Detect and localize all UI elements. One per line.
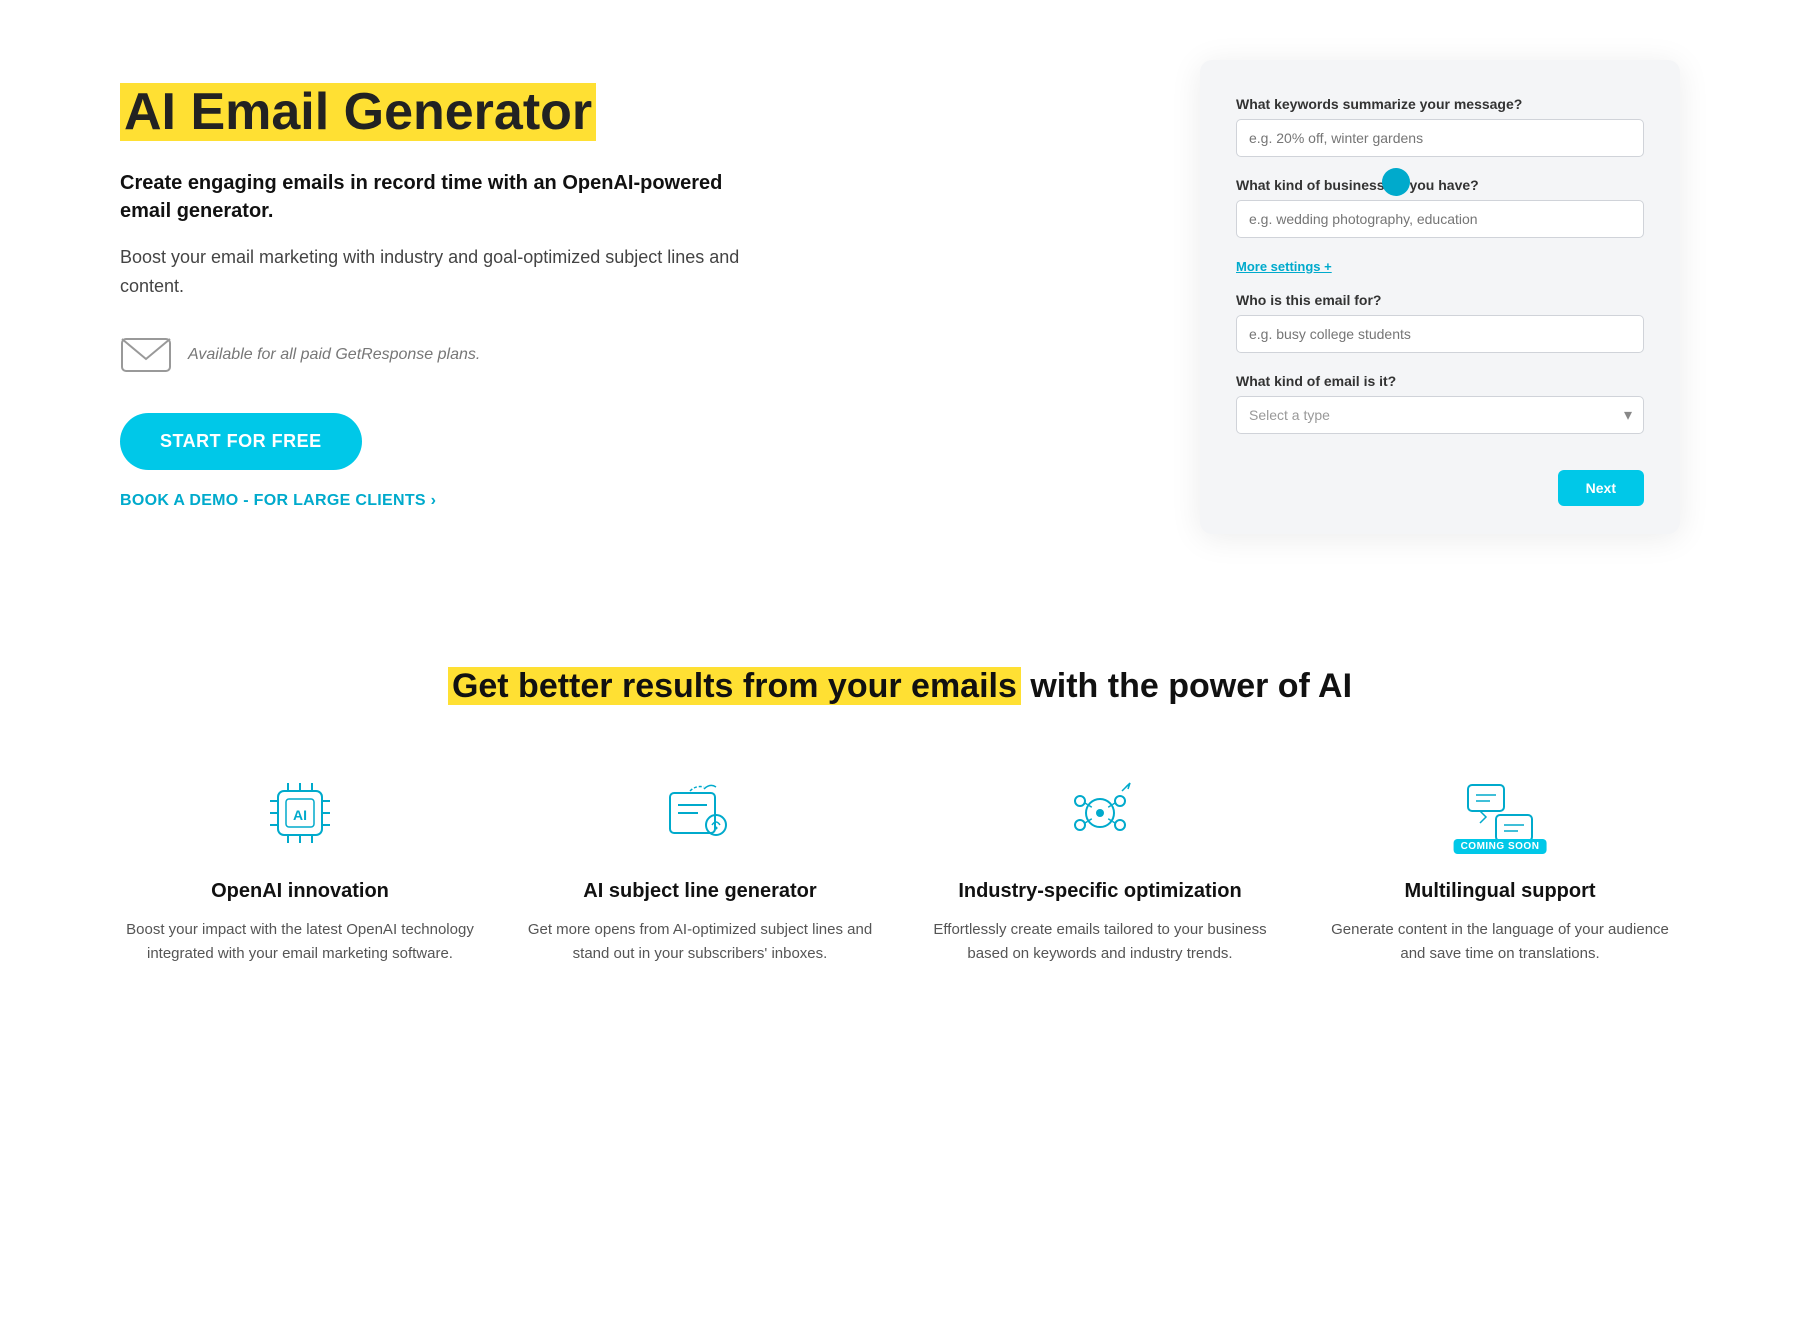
form-field-email-type: What kind of email is it? Select a type	[1236, 373, 1644, 434]
feature-card-industry: Industry-specific optimization Effortles…	[920, 768, 1280, 966]
more-settings-link[interactable]: More settings +	[1236, 259, 1332, 274]
field-keywords-label: What keywords summarize your message?	[1236, 96, 1644, 112]
select-wrapper: Select a type	[1236, 396, 1644, 434]
svg-text:AI: AI	[293, 807, 307, 823]
start-free-button[interactable]: START FOR FREE	[120, 413, 362, 470]
blue-dot-decoration	[1382, 168, 1410, 196]
hero-title-highlight: AI Email Generator	[120, 83, 596, 141]
features-heading-rest: with the power of AI	[1021, 667, 1352, 705]
feature-desc-subject: Get more opens from AI-optimized subject…	[520, 918, 880, 966]
hero-left: AI Email Generator Create engaging email…	[120, 84, 740, 510]
badge-text: Available for all paid GetResponse plans…	[188, 346, 480, 364]
multilingual-icon-wrap: COMING SOON	[1450, 768, 1550, 858]
industry-icon-wrap	[1050, 768, 1150, 858]
industry-icon	[1060, 773, 1140, 853]
coming-soon-badge: COMING SOON	[1454, 839, 1547, 854]
feature-card-subject: AI subject line generator Get more opens…	[520, 768, 880, 966]
hero-right: What keywords summarize your message? Wh…	[1200, 60, 1680, 534]
email-icon	[120, 333, 172, 377]
form-field-audience: Who is this email for?	[1236, 292, 1644, 353]
field-keywords-input[interactable]	[1236, 119, 1644, 157]
feature-desc-industry: Effortlessly create emails tailored to y…	[920, 918, 1280, 966]
feature-desc-multilingual: Generate content in the language of your…	[1320, 918, 1680, 966]
hero-section: AI Email Generator Create engaging email…	[0, 0, 1800, 594]
feature-card-openai: AI OpenAI innova	[120, 768, 480, 966]
hero-badge: Available for all paid GetResponse plans…	[120, 333, 740, 377]
form-field-business: What kind of business do you have?	[1236, 177, 1644, 238]
email-type-select[interactable]: Select a type	[1236, 396, 1644, 434]
feature-title-openai: OpenAI innovation	[211, 878, 389, 904]
hero-title: AI Email Generator	[120, 84, 740, 141]
hero-subtitle: Create engaging emails in record time wi…	[120, 169, 740, 225]
field-audience-label: Who is this email for?	[1236, 292, 1644, 308]
feature-title-subject: AI subject line generator	[583, 878, 816, 904]
field-business-input[interactable]	[1236, 200, 1644, 238]
features-heading-highlight: Get better results from your emails	[448, 667, 1021, 705]
subject-icon-wrap	[650, 768, 750, 858]
form-field-keywords: What keywords summarize your message?	[1236, 96, 1644, 157]
form-card: What keywords summarize your message? Wh…	[1200, 60, 1680, 534]
features-grid: AI OpenAI innova	[120, 768, 1680, 966]
features-heading: Get better results from your emails with…	[120, 664, 1680, 708]
feature-card-multilingual: COMING SOON Multilingual support Generat…	[1320, 768, 1680, 966]
feature-title-industry: Industry-specific optimization	[958, 878, 1241, 904]
feature-title-multilingual: Multilingual support	[1404, 878, 1595, 904]
field-audience-input[interactable]	[1236, 315, 1644, 353]
subject-line-icon	[660, 773, 740, 853]
hero-body: Boost your email marketing with industry…	[120, 243, 740, 301]
openai-icon: AI	[260, 773, 340, 853]
feature-desc-openai: Boost your impact with the latest OpenAI…	[120, 918, 480, 966]
features-section: Get better results from your emails with…	[0, 594, 1800, 1046]
field-email-type-label: What kind of email is it?	[1236, 373, 1644, 389]
book-demo-link[interactable]: BOOK A DEMO - FOR LARGE CLIENTS ›	[120, 492, 740, 510]
field-business-label: What kind of business do you have?	[1236, 177, 1644, 193]
openai-icon-wrap: AI	[250, 768, 350, 858]
form-next-button[interactable]: Next	[1558, 470, 1644, 506]
page-wrapper: AI Email Generator Create engaging email…	[0, 0, 1800, 1046]
